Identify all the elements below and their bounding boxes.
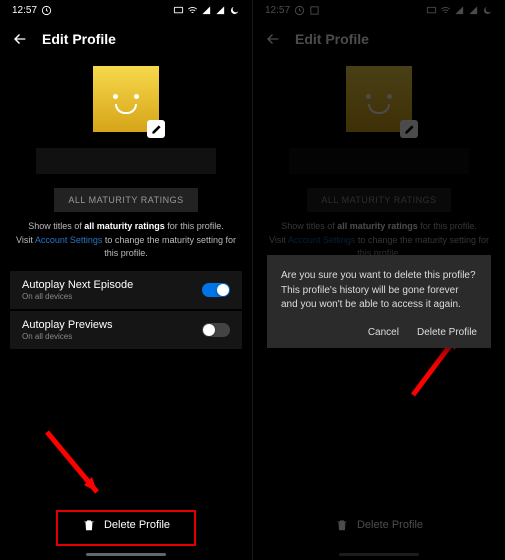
phone-left: 12:57 Edit Profile ALL MATURITY RATINGS … <box>0 0 252 560</box>
edit-avatar-button[interactable] <box>147 120 165 138</box>
back-icon[interactable] <box>265 31 281 47</box>
signal-icon <box>201 5 212 16</box>
maturity-button[interactable]: ALL MATURITY RATINGS <box>307 188 450 212</box>
account-settings-link[interactable]: Account Settings <box>288 235 356 245</box>
content: ALL MATURITY RATINGS Show titles of all … <box>253 58 505 271</box>
toggle-autoplay-previews[interactable] <box>202 323 230 337</box>
status-time: 12:57 <box>265 5 290 16</box>
pencil-icon <box>404 124 415 135</box>
profile-name-input[interactable] <box>36 148 216 174</box>
dialog-cancel-button[interactable]: Cancel <box>368 327 399 338</box>
trash-icon <box>82 518 96 532</box>
home-indicator <box>86 553 166 556</box>
home-indicator <box>339 553 419 556</box>
header: Edit Profile <box>0 20 252 58</box>
status-bar: 12:57 <box>253 0 505 20</box>
toggle-autoplay-next[interactable] <box>202 283 230 297</box>
phone-right: 12:57 Edit Profile ALL MATURITY RATINGS <box>253 0 505 560</box>
pencil-icon <box>151 124 162 135</box>
page-title: Edit Profile <box>295 31 369 47</box>
bottom-area: Delete Profile <box>0 480 252 560</box>
signal-icon <box>468 5 479 16</box>
avatar[interactable] <box>346 66 412 132</box>
header: Edit Profile <box>253 20 505 58</box>
profile-name-input[interactable] <box>289 148 469 174</box>
moon-icon <box>482 5 493 16</box>
account-settings-link[interactable]: Account Settings <box>35 235 103 245</box>
status-time: 12:57 <box>12 5 37 16</box>
dialog-confirm-button[interactable]: Delete Profile <box>417 327 477 338</box>
signal-icon <box>215 5 226 16</box>
cast-icon <box>173 5 184 16</box>
clock-icon <box>41 5 52 16</box>
wifi-icon <box>187 5 198 16</box>
clock-icon <box>294 5 305 16</box>
setting-autoplay-next: Autoplay Next Episode On all devices <box>10 271 242 309</box>
delete-profile-button[interactable]: Delete Profile <box>68 510 184 540</box>
delete-profile-button[interactable]: Delete Profile <box>321 510 437 540</box>
maturity-button[interactable]: ALL MATURITY RATINGS <box>54 188 197 212</box>
content: ALL MATURITY RATINGS Show titles of all … <box>0 58 252 351</box>
setting-autoplay-previews: Autoplay Previews On all devices <box>10 311 242 349</box>
moon-icon <box>229 5 240 16</box>
signal-icon <box>454 5 465 16</box>
status-bar: 12:57 <box>0 0 252 20</box>
bottom-area: Delete Profile <box>253 480 505 560</box>
page-title: Edit Profile <box>42 31 116 47</box>
back-icon[interactable] <box>12 31 28 47</box>
dialog-message: Are you sure you want to delete this pro… <box>281 269 477 313</box>
avatar[interactable] <box>93 66 159 132</box>
cast-icon <box>426 5 437 16</box>
edit-avatar-button[interactable] <box>400 120 418 138</box>
trash-icon <box>335 518 349 532</box>
maturity-description: Show titles of all maturity ratings for … <box>10 220 242 261</box>
album-icon <box>309 5 320 16</box>
wifi-icon <box>440 5 451 16</box>
confirm-delete-dialog: Are you sure you want to delete this pro… <box>267 255 491 348</box>
